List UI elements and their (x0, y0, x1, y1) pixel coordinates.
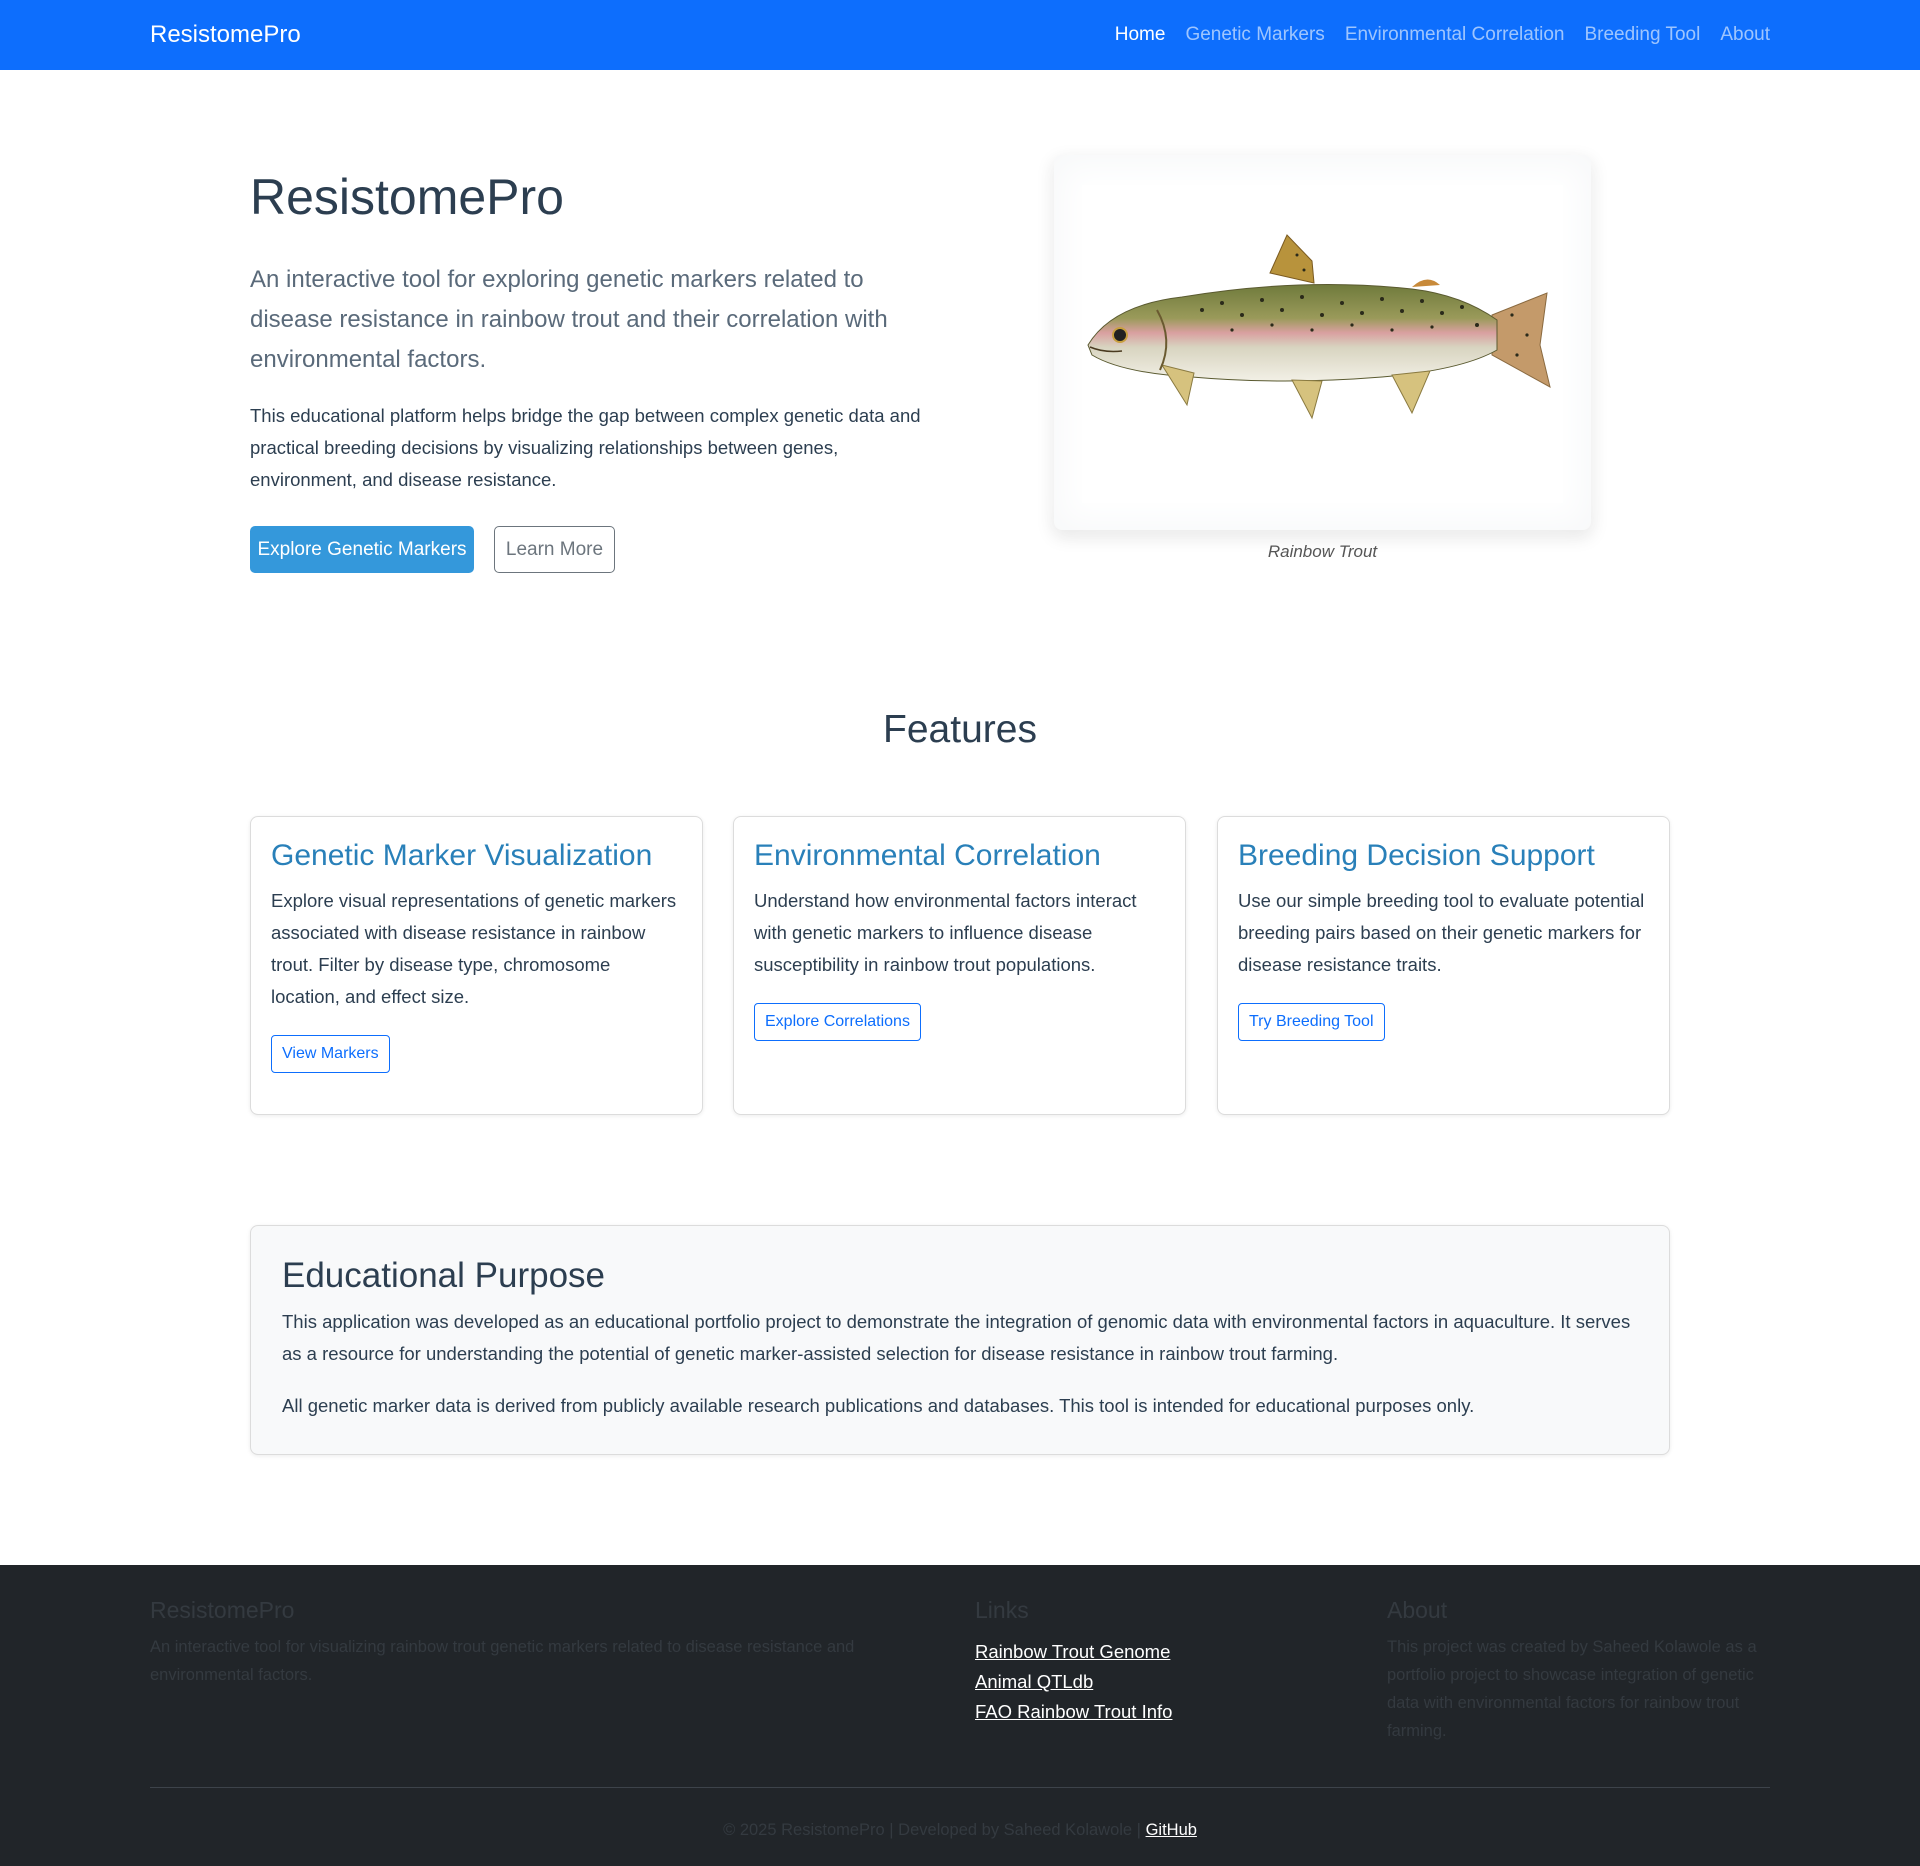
nav-genetic-markers[interactable]: Genetic Markers (1185, 24, 1324, 46)
fish-caption: Rainbow Trout (1267, 542, 1378, 561)
explore-genetic-markers-button[interactable]: Explore Genetic Markers (250, 526, 474, 573)
footer-copyright: © 2025 ResistomePro | Developed by Sahee… (0, 1821, 1920, 1840)
navbar: ResistomePro Home Genetic Markers Enviro… (0, 0, 1920, 70)
feature-card-text: Explore visual representations of geneti… (271, 890, 677, 1007)
hero-description: This educational platform helps bridge t… (250, 405, 921, 490)
feature-card-title: Breeding Decision Support (1238, 839, 1595, 872)
tail-fin (1491, 292, 1551, 388)
educational-title: Educational Purpose (282, 1256, 605, 1295)
dorsal-fin (1269, 234, 1315, 284)
learn-more-button[interactable]: Learn More (494, 526, 615, 573)
hero-lead: An interactive tool for exploring geneti… (250, 266, 888, 373)
footer-link-fao-info[interactable]: FAO Rainbow Trout Info (975, 1697, 1172, 1727)
try-breeding-tool-button[interactable]: Try Breeding Tool (1238, 1003, 1385, 1041)
educational-purpose-box: Educational Purpose This application was… (250, 1225, 1670, 1455)
hero-title: ResistomePro (250, 169, 564, 225)
nav-breeding-tool[interactable]: Breeding Tool (1584, 24, 1700, 46)
footer-about-text: This project was created by Saheed Kolaw… (1387, 1638, 1757, 1740)
footer-brand-text: An interactive tool for visualizing rain… (150, 1638, 855, 1684)
feature-card-title: Environmental Correlation (754, 839, 1101, 872)
fish-eye (1112, 327, 1128, 343)
fish-body (1087, 284, 1498, 382)
footer-about-title: About (1387, 1597, 1448, 1623)
educational-paragraph-2: All genetic marker data is derived from … (282, 1395, 1475, 1416)
nav-environmental-correlation[interactable]: Environmental Correlation (1345, 24, 1565, 46)
nav-about[interactable]: About (1720, 24, 1770, 46)
navbar-brand[interactable]: ResistomePro (150, 0, 301, 70)
nav-home[interactable]: Home (1115, 24, 1166, 46)
copyright-text: © 2025 ResistomePro | Developed by Sahee… (723, 1821, 1146, 1839)
feature-card-environmental: Environmental Correlation Understand how… (733, 816, 1186, 1115)
nav-links: Home Genetic Markers Environmental Corre… (1115, 0, 1770, 70)
feature-card-title: Genetic Marker Visualization (271, 839, 653, 872)
fish-image-frame (1082, 185, 1563, 503)
feature-card-text: Use our simple breeding tool to evaluate… (1238, 890, 1645, 975)
rainbow-trout-image (1087, 234, 1551, 420)
feature-card-breeding: Breeding Decision Support Use our simple… (1217, 816, 1670, 1115)
features-title: Features (883, 708, 1037, 751)
footer-links: Rainbow Trout Genome Animal QTLdb FAO Ra… (975, 1637, 1172, 1727)
footer: ResistomePro An interactive tool for vis… (0, 1565, 1920, 1866)
github-link[interactable]: GitHub (1146, 1821, 1197, 1839)
feature-card-text: Understand how environmental factors int… (754, 890, 1137, 975)
footer-link-animal-qtldb[interactable]: Animal QTLdb (975, 1667, 1172, 1697)
fish-image-card (1054, 155, 1591, 530)
footer-divider (150, 1787, 1770, 1788)
feature-card-genetic-markers: Genetic Marker Visualization Explore vis… (250, 816, 703, 1115)
educational-paragraph-1: This application was developed as an edu… (282, 1311, 1631, 1364)
explore-correlations-button[interactable]: Explore Correlations (754, 1003, 921, 1041)
footer-brand-title: ResistomePro (150, 1597, 295, 1623)
footer-links-title: Links (975, 1597, 1029, 1623)
view-markers-button[interactable]: View Markers (271, 1035, 390, 1073)
footer-link-rainbow-trout-genome[interactable]: Rainbow Trout Genome (975, 1637, 1172, 1667)
